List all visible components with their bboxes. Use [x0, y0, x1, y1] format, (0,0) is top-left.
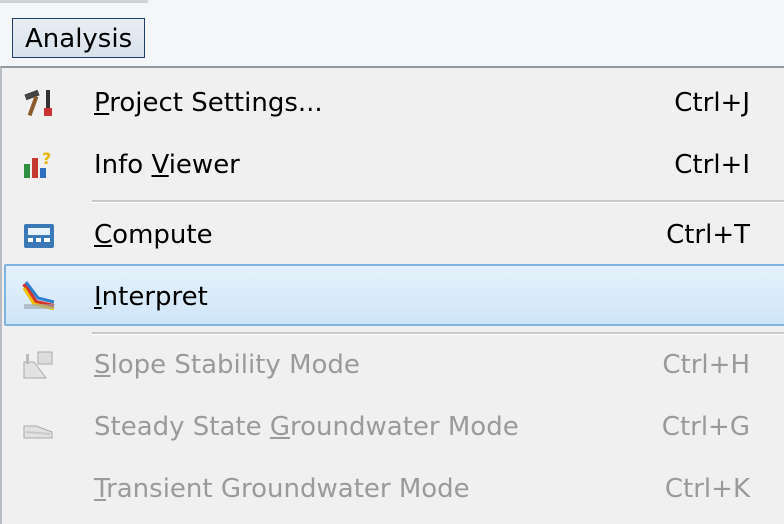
menu-item-project-settings[interactable]: Project Settings... Ctrl+J [4, 72, 784, 134]
menu-item-compute[interactable]: Compute Ctrl+T [4, 204, 784, 266]
menu-item-label: Interpret [94, 282, 208, 312]
menu-item-slope-stability-mode[interactable]: Slope Stability Mode Ctrl+H [4, 334, 784, 396]
menu-item-info-viewer[interactable]: ? Info Viewer Ctrl+I [4, 134, 784, 196]
menubar: Analysis [0, 0, 784, 66]
info-viewer-icon: ? [22, 149, 56, 180]
menu-item-shortcut: Ctrl+G [661, 412, 750, 442]
menu-item-label: Steady State Groundwater Mode [94, 412, 519, 442]
menu-item-transient-groundwater-mode[interactable]: Transient Groundwater Mode Ctrl+K [4, 458, 784, 520]
menu-item-shortcut: Ctrl+J [674, 88, 750, 118]
menu-item-shortcut: Ctrl+H [662, 350, 750, 380]
steady-groundwater-icon [22, 412, 56, 442]
menu-analysis[interactable]: Analysis [12, 18, 146, 58]
svg-text:?: ? [42, 150, 51, 168]
menu-item-label: Compute [94, 220, 213, 250]
menu-item-shortcut: Ctrl+T [666, 220, 750, 250]
menu-item-interpret[interactable]: Interpret [4, 264, 784, 326]
menu-item-label: Info Viewer [94, 150, 240, 180]
menu-item-label: Project Settings... [94, 88, 323, 118]
menu-item-steady-state-groundwater-mode[interactable]: Steady State Groundwater Mode Ctrl+G [4, 396, 784, 458]
compute-icon [22, 220, 56, 250]
hammer-settings-icon [22, 88, 56, 118]
analysis-dropdown-menu: Project Settings... Ctrl+J ? Info Viewer… [0, 66, 784, 524]
menu-separator [92, 200, 784, 203]
menu-item-label: Transient Groundwater Mode [94, 474, 470, 504]
menu-item-shortcut: Ctrl+K [664, 474, 750, 504]
slope-stability-icon [22, 350, 56, 380]
interpret-icon [22, 280, 56, 311]
menubar-top-line [0, 0, 148, 3]
menu-item-shortcut: Ctrl+I [674, 150, 750, 180]
menu-item-label: Slope Stability Mode [94, 350, 360, 380]
